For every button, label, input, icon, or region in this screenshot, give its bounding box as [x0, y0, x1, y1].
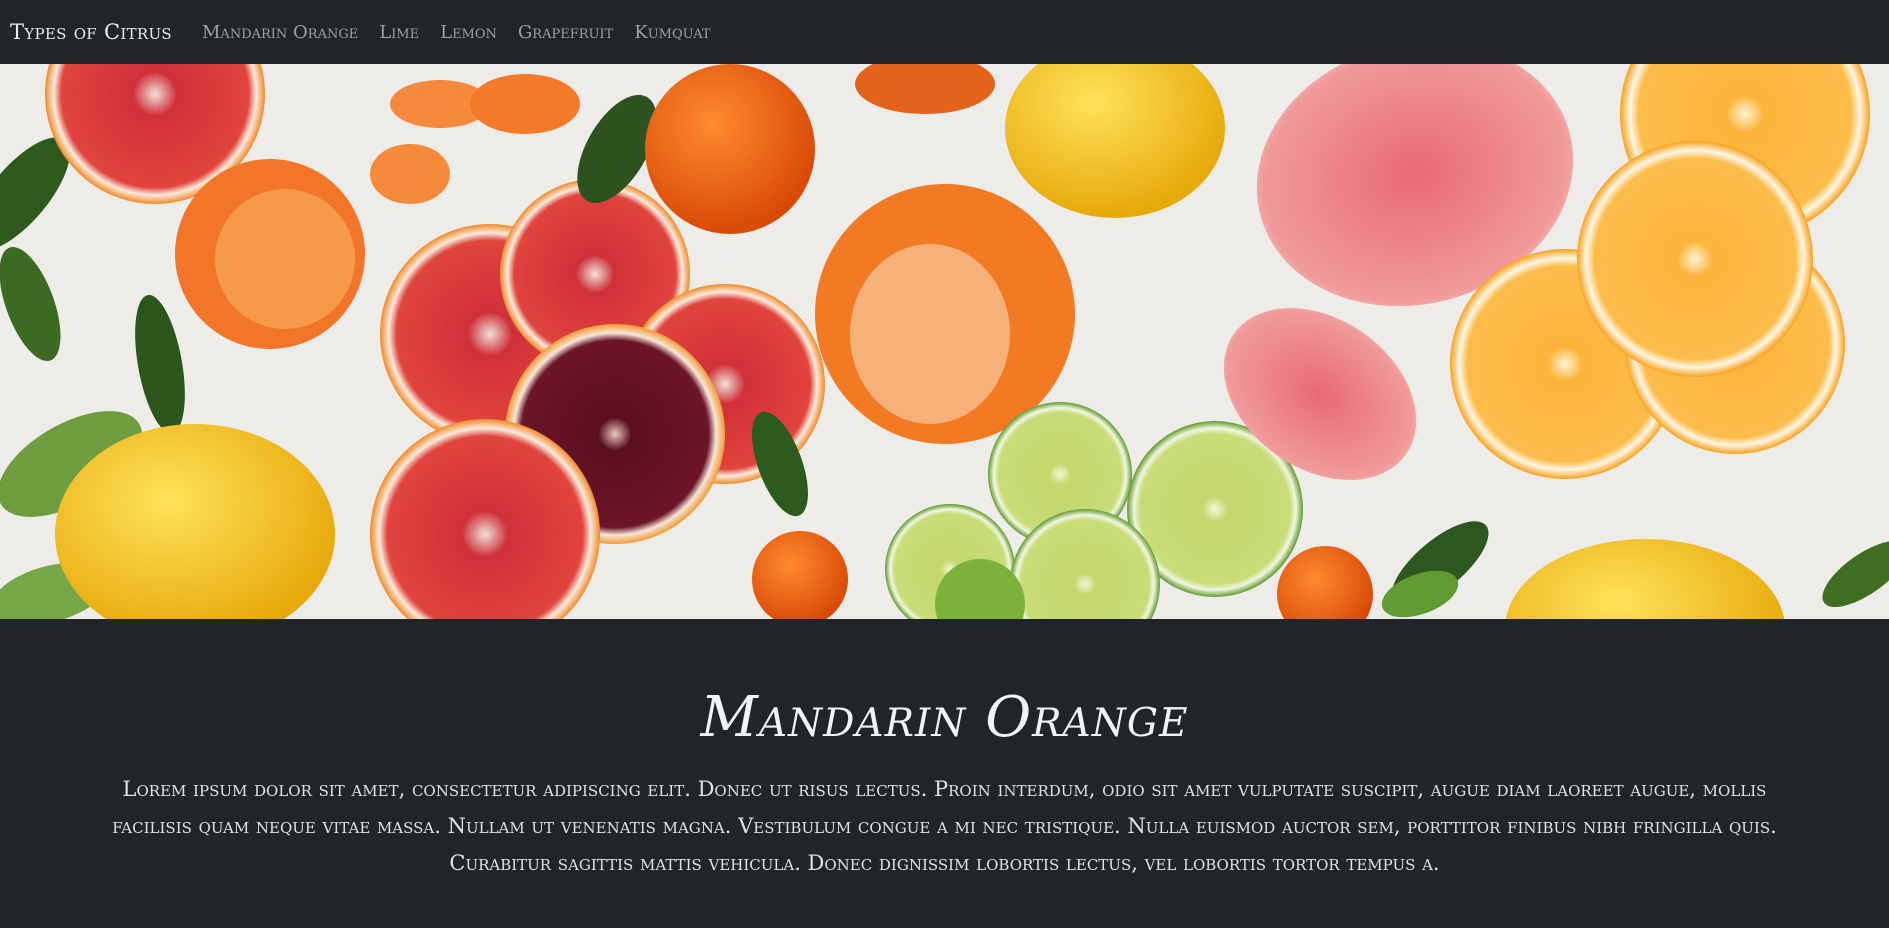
navbar: Types of Citrus Mandarin Orange Lime Lem… — [0, 0, 1889, 64]
main-content: Mandarin Orange Lorem ipsum dolor sit am… — [0, 619, 1889, 928]
hero-image — [0, 64, 1889, 619]
nav-link-lemon[interactable]: Lemon — [440, 22, 497, 43]
citrus-photo — [0, 64, 1889, 619]
nav-link-mandarin-orange[interactable]: Mandarin Orange — [202, 22, 358, 43]
nav-link-grapefruit[interactable]: Grapefruit — [518, 22, 613, 43]
nav-link-lime[interactable]: Lime — [379, 22, 419, 43]
nav-link-kumquat[interactable]: Kumquat — [634, 22, 710, 43]
page-title: Mandarin Orange — [700, 685, 1189, 750]
navbar-brand[interactable]: Types of Citrus — [10, 20, 172, 44]
description-text: Lorem ipsum dolor sit amet, consectetur … — [112, 776, 1777, 875]
